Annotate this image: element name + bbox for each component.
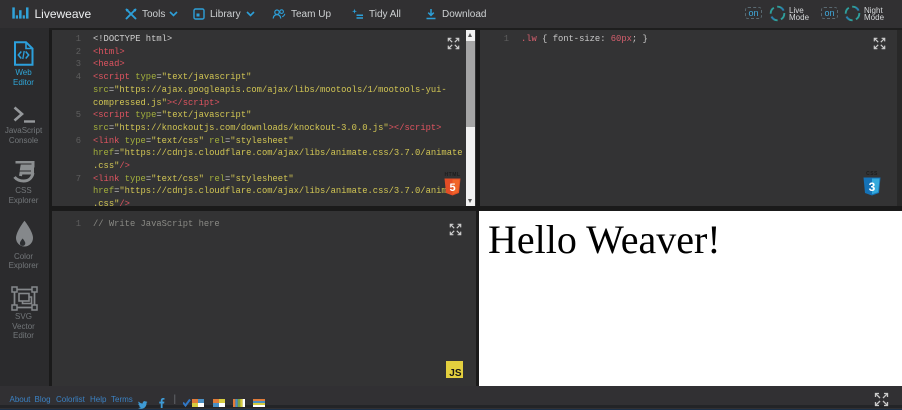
svg-text:5: 5 bbox=[449, 182, 455, 194]
svg-text:3: 3 bbox=[869, 180, 876, 194]
